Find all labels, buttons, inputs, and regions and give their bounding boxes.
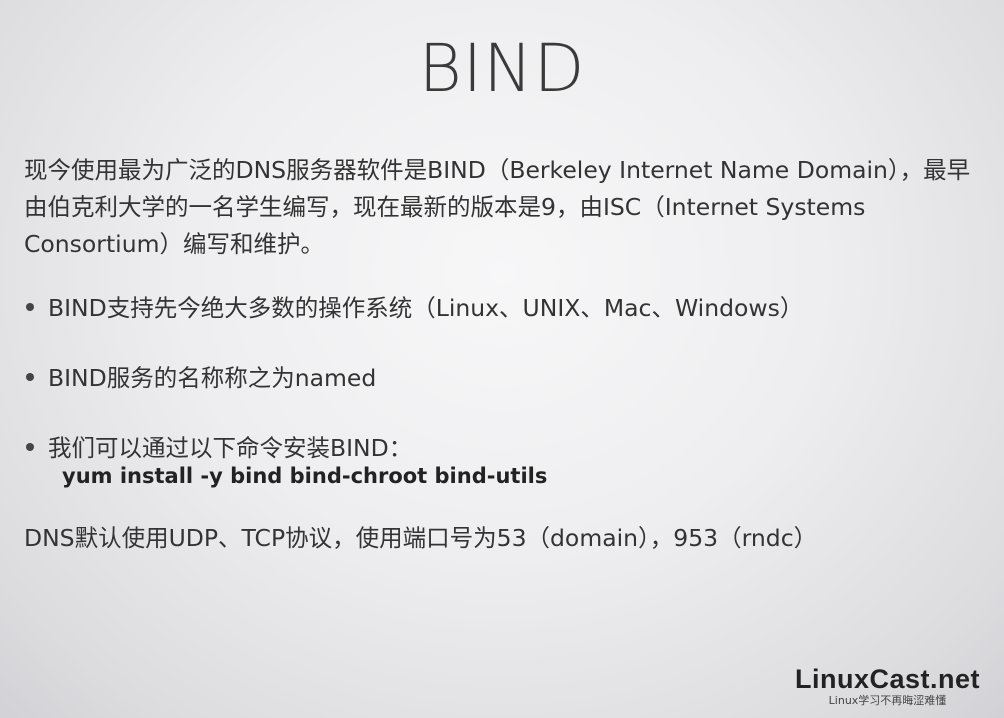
linuxcast-logo: LinuxCast.net Linux学习不再晦涩难懂	[795, 664, 980, 708]
bullet-dot-icon	[26, 442, 34, 451]
slide-title: BIND	[418, 30, 586, 107]
intro-paragraph: 现今使用最为广泛的DNS服务器软件是BIND（Berkeley Internet…	[24, 156, 971, 258]
bullet-dot-icon	[26, 372, 34, 381]
bullet-text: BIND支持先今绝大多数的操作系统（Linux、UNIX、Mac、Windows…	[48, 294, 804, 322]
logo-name: LinuxCast.net	[794, 664, 980, 694]
bullet-item-install: 我们可以通过以下命令安装BIND：	[26, 432, 412, 464]
logo-tagline: Linux学习不再晦涩难懂	[828, 694, 947, 707]
bullet-item-os-support: BIND支持先今绝大多数的操作系统（Linux、UNIX、Mac、Windows…	[26, 292, 803, 324]
install-command: yum install -y bind bind-chroot bind-uti…	[62, 464, 548, 488]
bullet-item-service-name: BIND服务的名称称之为named	[26, 362, 376, 394]
port-info-line: DNS默认使用UDP、TCP协议，使用端口号为53（domain），953（rn…	[24, 524, 818, 552]
bullet-text: 我们可以通过以下命令安装BIND：	[48, 434, 413, 462]
bullet-dot-icon	[26, 302, 34, 311]
bullet-text: BIND服务的名称称之为named	[48, 364, 377, 392]
